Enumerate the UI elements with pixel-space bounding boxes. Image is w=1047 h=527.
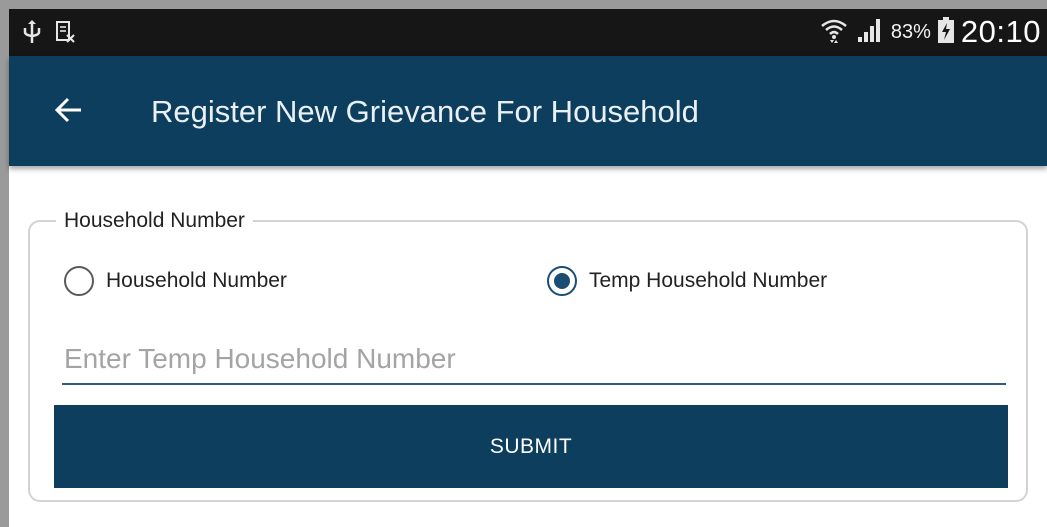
radio-temp-household-number[interactable]: Temp Household Number <box>547 266 827 296</box>
radio-selected-dot <box>554 273 570 289</box>
arrow-left-icon <box>54 96 84 129</box>
battery-charging-icon <box>937 16 955 49</box>
status-left-icons <box>23 19 75 51</box>
sim-card-icon <box>55 20 75 50</box>
app-bar: Register New Grievance For Household <box>9 56 1047 166</box>
battery-percent: 83% <box>890 20 931 43</box>
submit-button[interactable]: SUBMIT <box>54 405 1008 488</box>
radio-unchecked-icon[interactable] <box>64 266 94 296</box>
usb-icon <box>23 19 41 51</box>
radio-household-number[interactable]: Household Number <box>64 266 287 296</box>
wifi-icon <box>819 14 849 51</box>
section-title: Household Number <box>56 207 253 235</box>
radio-label-household-number: Household Number <box>106 269 287 292</box>
status-right-icons: 83% 20:10 <box>819 13 1041 51</box>
temp-household-number-input[interactable] <box>62 335 1006 385</box>
status-bar: 83% 20:10 <box>9 9 1047 56</box>
radio-label-temp-household-number: Temp Household Number <box>589 269 828 292</box>
page-title: Register New Grievance For Household <box>151 94 699 129</box>
signal-icon <box>855 15 885 50</box>
household-number-card: Household Number Household Number Temp H… <box>28 207 1028 502</box>
status-time: 20:10 <box>960 14 1041 49</box>
radio-checked-icon[interactable] <box>547 266 577 296</box>
back-button[interactable] <box>45 91 93 133</box>
